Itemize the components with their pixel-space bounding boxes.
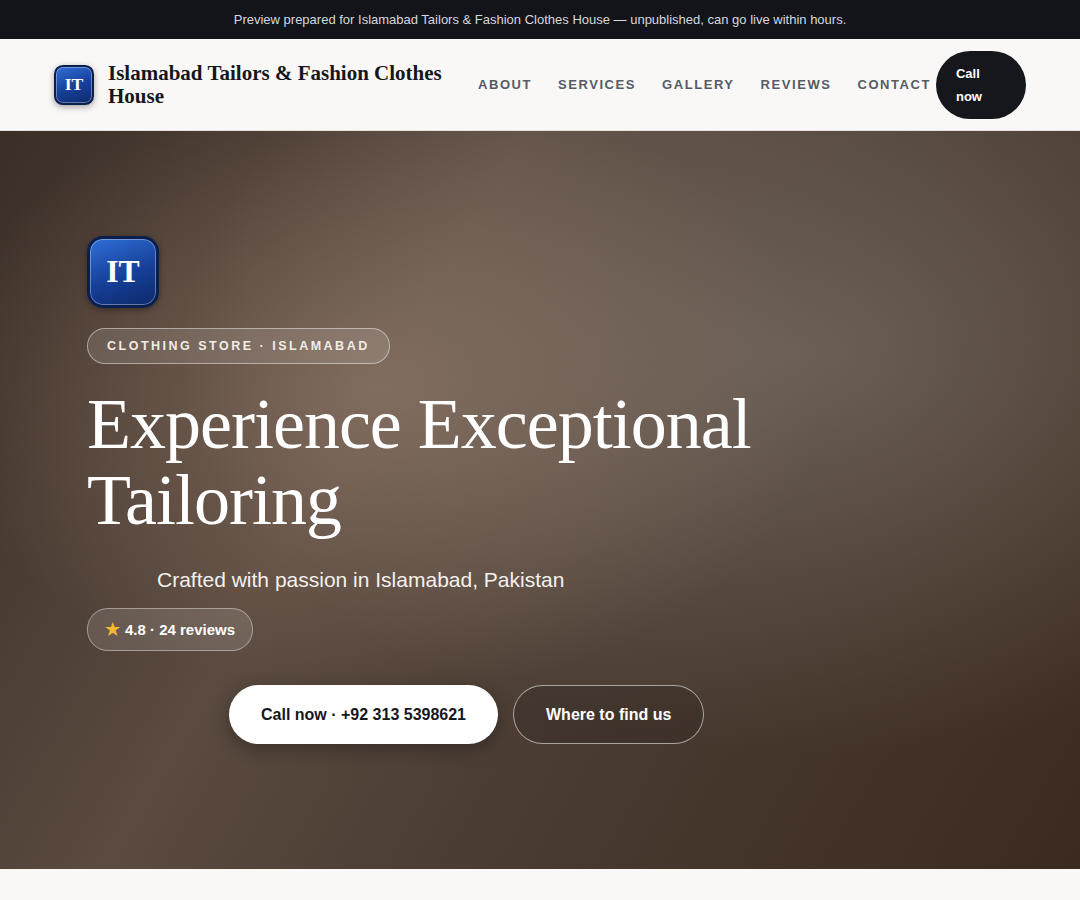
hero-content: IT CLOTHING STORE · ISLAMABAD Experience E… [87, 236, 993, 744]
main-nav: ABOUT SERVICES GALLERY REVIEWS CONTACT [478, 77, 931, 92]
call-button[interactable]: Call now [936, 51, 1026, 119]
nav-link[interactable]: GALLERY [662, 77, 735, 92]
call-now-button[interactable]: Call now · +92 313 5398621 [229, 685, 498, 744]
nav-link[interactable]: ABOUT [478, 77, 532, 92]
category-badge: CLOTHING STORE · ISLAMABAD [87, 328, 390, 364]
brand-logo-icon: IT [54, 65, 94, 105]
preview-banner: Preview prepared for Islamabad Tailors &… [0, 0, 1080, 39]
hero-buttons: Call now · +92 313 5398621 Where to find … [229, 685, 704, 744]
rating-badge: ★ 4.8 · 24 reviews [87, 608, 253, 651]
hero-logo-icon: IT [87, 236, 159, 308]
nav-link[interactable]: REVIEWS [761, 77, 832, 92]
find-us-button[interactable]: Where to find us [513, 685, 704, 744]
site-header: IT Islamabad Tailors & Fashion Clothes Ho… [0, 39, 1080, 131]
nav-link[interactable]: SERVICES [558, 77, 636, 92]
nav-link[interactable]: CONTACT [857, 77, 931, 92]
star-icon: ★ [105, 619, 120, 640]
rating-text: 4.8 · 24 reviews [125, 621, 235, 638]
brand-name: Islamabad Tailors & Fashion Clothes Hous… [108, 62, 473, 108]
hero-subtitle: Crafted with passion in Islamabad, Pakis… [157, 568, 564, 592]
brand[interactable]: IT Islamabad Tailors & Fashion Clothes Ho… [54, 62, 473, 108]
next-section [0, 869, 1080, 899]
hero: IT CLOTHING STORE · ISLAMABAD Experience E… [0, 131, 1080, 869]
hero-headline: Experience Exceptional Tailoring [87, 386, 807, 538]
